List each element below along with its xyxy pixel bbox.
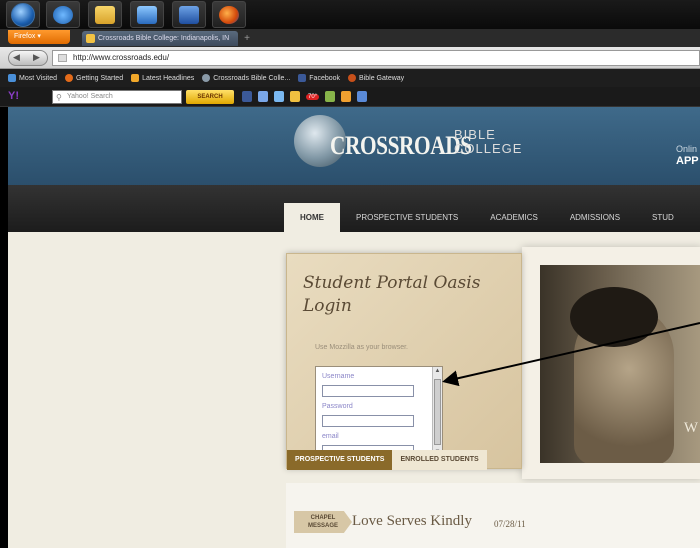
internet-explorer-icon: [53, 5, 73, 24]
main-menu: HOME PROSPECTIVE STUDENTS ACADEMICS ADMI…: [284, 203, 690, 232]
mail-icon[interactable]: [274, 91, 284, 102]
password-label: Password: [322, 403, 353, 410]
forward-arrow-icon[interactable]: ▶: [33, 52, 40, 63]
yahoo-search-placeholder: Yahoo! Search: [67, 93, 113, 100]
firefox-icon: [219, 5, 239, 24]
search-icon: ⚲: [56, 93, 62, 102]
tab-crossroads[interactable]: Crossroads Bible College: Indianapolis, …: [82, 31, 238, 46]
firefox-small-icon: [65, 74, 73, 82]
username-field[interactable]: [322, 385, 414, 397]
tab-title: Crossroads Bible College: Indianapolis, …: [98, 35, 230, 42]
windows-orb-icon: [11, 2, 35, 27]
portal-title-line1: Student Portal Oasis: [303, 273, 481, 293]
bookmark-icon: [8, 74, 16, 82]
folder-icon: [95, 5, 115, 24]
media-icon: [137, 5, 157, 24]
site-header: CROSSROADS BIBLE COLLEGE Onlin APP: [8, 107, 700, 185]
toolbar-icons: 70°: [242, 91, 368, 102]
bible-gateway-icon: [348, 74, 357, 82]
tab-prospective-students[interactable]: PROSPECTIVE STUDENTS: [287, 450, 393, 470]
scroll-thumb[interactable]: [434, 379, 441, 445]
bookmark-most-visited[interactable]: Most Visited: [8, 74, 57, 82]
student-portal-card: Student Portal Oasis Login Use Mozzilla …: [286, 253, 522, 470]
portal-tabs: PROSPECTIVE STUDENTS ENROLLED STUDENTS: [287, 450, 521, 470]
bookmark-getting-started[interactable]: Getting Started: [65, 74, 123, 82]
online-apply-link[interactable]: Onlin APP: [676, 143, 699, 167]
news-icon[interactable]: [258, 91, 268, 102]
brand-bible-college: BIBLE COLLEGE: [454, 128, 522, 156]
scroll-up-icon[interactable]: ▲: [434, 368, 441, 374]
yahoo-logo[interactable]: Y!: [8, 90, 19, 102]
bookmark-crossroads[interactable]: Crossroads Bible Colle...: [202, 74, 290, 82]
navigation-bar: ◀ ▶ http://www.crossroads.edu/: [0, 47, 700, 69]
site-menubar: HOME PROSPECTIVE STUDENTS ACADEMICS ADMI…: [8, 185, 700, 232]
yahoo-search-button[interactable]: SEARCH: [186, 90, 234, 104]
games-icon[interactable]: [325, 91, 336, 102]
taskbar-media-button[interactable]: [130, 1, 164, 28]
menu-admissions[interactable]: ADMISSIONS: [554, 203, 636, 232]
start-button[interactable]: [6, 1, 40, 28]
firefox-menu-button[interactable]: Firefox ▾: [8, 30, 70, 44]
taskbar-explorer-button[interactable]: [88, 1, 122, 28]
bookmark-toolbar-icon[interactable]: [357, 91, 368, 102]
menu-students[interactable]: STUD: [636, 203, 690, 232]
temperature-badge[interactable]: 70°: [306, 93, 320, 100]
weather-icon[interactable]: [290, 91, 300, 102]
url-text: http://www.crossroads.edu/: [73, 53, 170, 62]
bookmark-latest-headlines[interactable]: Latest Headlines: [131, 74, 194, 82]
password-field[interactable]: [322, 415, 414, 427]
email-label: email: [322, 433, 339, 440]
chapel-message-bar: CHAPEL MESSAGE Love Serves Kindly 07/28/…: [286, 483, 700, 548]
student-hair: [570, 287, 658, 347]
facebook-icon: [298, 74, 307, 82]
site-favicon-icon: [86, 34, 95, 43]
taskbar: [0, 0, 700, 29]
menu-home[interactable]: HOME: [284, 203, 340, 232]
facebook-toolbar-icon[interactable]: [242, 91, 252, 102]
website-viewport: CROSSROADS BIBLE COLLEGE Onlin APP HOME …: [8, 107, 700, 548]
portal-title-line2: Login: [303, 296, 352, 316]
login-scrollbar[interactable]: ▲ ▼: [432, 367, 442, 457]
brand-crossroads[interactable]: CROSSROADS: [330, 131, 472, 161]
login-iframe: Username Password email ▲ ▼: [315, 366, 443, 458]
apps-icon[interactable]: [341, 91, 352, 102]
photo-caption-letter: W: [683, 420, 698, 436]
bookmark-bible-gateway[interactable]: Bible Gateway: [348, 74, 404, 82]
globe-icon: [202, 74, 211, 82]
browser-note: Use Mozzilla as your browser.: [315, 344, 408, 351]
chapel-message-badge: CHAPEL MESSAGE: [294, 511, 352, 533]
page-icon: [58, 54, 67, 62]
new-tab-button[interactable]: +: [241, 33, 253, 45]
yahoo-search-input[interactable]: ⚲ Yahoo! Search: [52, 90, 182, 104]
bookmarks-toolbar: Most Visited Getting Started Latest Head…: [0, 69, 700, 87]
chapel-message-title[interactable]: Love Serves Kindly: [352, 513, 472, 530]
word-icon: [179, 5, 199, 24]
url-bar[interactable]: http://www.crossroads.edu/: [52, 50, 700, 66]
bookmark-facebook[interactable]: Facebook: [298, 74, 340, 82]
tab-enrolled-students[interactable]: ENROLLED STUDENTS: [392, 450, 487, 470]
menu-academics[interactable]: ACADEMICS: [474, 203, 554, 232]
tab-strip: Firefox ▾ Crossroads Bible College: Indi…: [0, 29, 700, 47]
online-text: Onlin: [676, 144, 698, 154]
taskbar-firefox-button[interactable]: [212, 1, 246, 28]
back-arrow-icon[interactable]: ◀: [13, 52, 20, 63]
username-label: Username: [322, 373, 355, 380]
taskbar-word-button[interactable]: [172, 1, 206, 28]
back-forward-buttons[interactable]: ◀ ▶: [8, 50, 48, 66]
menu-prospective-students[interactable]: PROSPECTIVE STUDENTS: [340, 203, 474, 232]
apply-text: APP: [676, 155, 699, 167]
hero-photo: W: [540, 265, 700, 463]
yahoo-toolbar: Y! ⚲ Yahoo! Search SEARCH 70°: [0, 87, 700, 107]
brand-college: COLLEGE: [454, 141, 523, 156]
chapel-message-date: 07/28/11: [494, 519, 526, 529]
rss-icon: [131, 74, 140, 82]
taskbar-ie-button[interactable]: [46, 1, 80, 28]
hero-photo-frame: W: [522, 247, 700, 479]
brand-bible: BIBLE: [454, 127, 496, 142]
portal-title: Student Portal Oasis Login: [303, 272, 480, 318]
